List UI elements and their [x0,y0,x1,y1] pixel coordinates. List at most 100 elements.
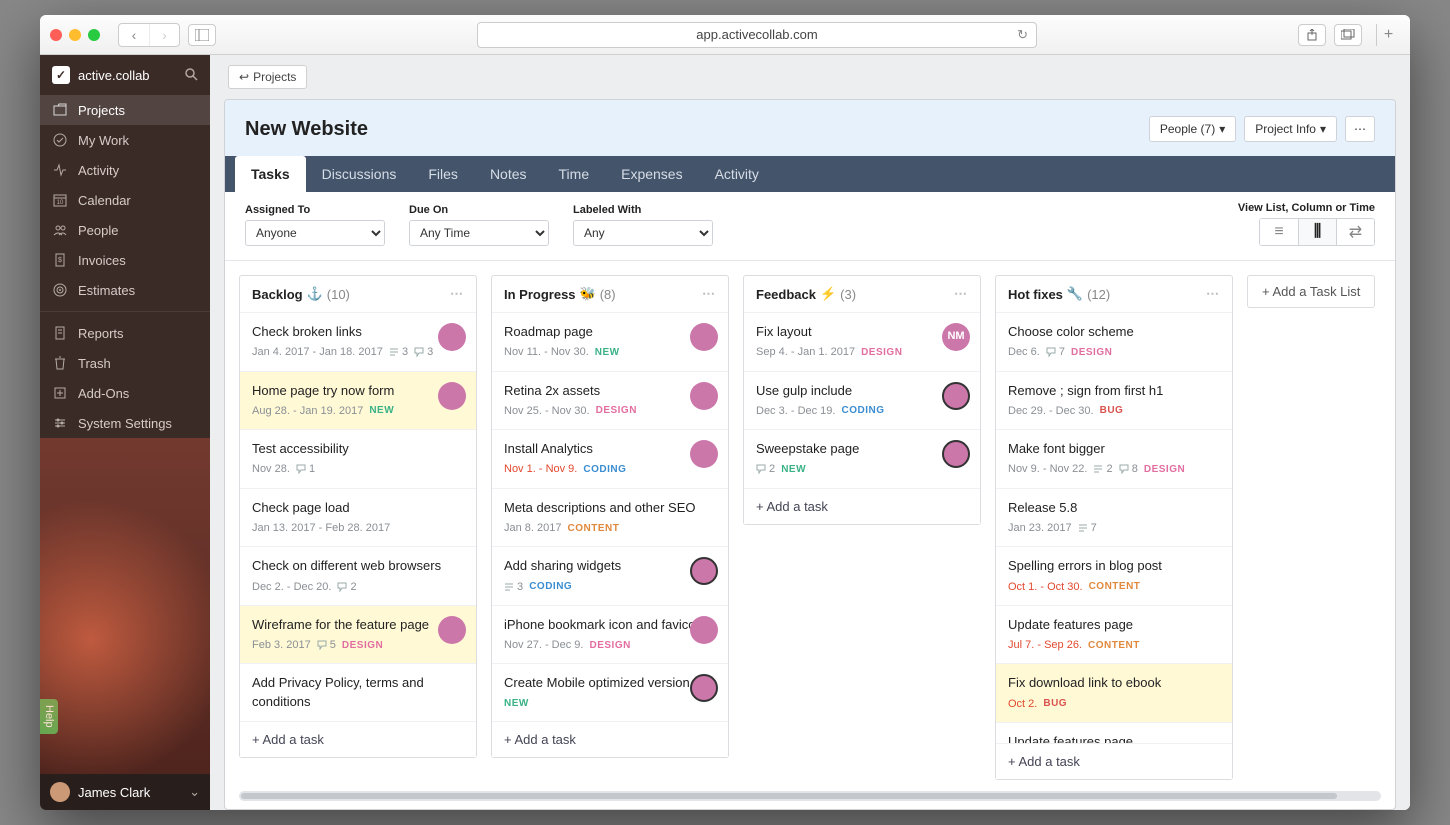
task-card[interactable]: Create Mobile optimized versionNEW [492,663,728,720]
task-card[interactable]: Update features pageJul 7. - Sep 26.CONT… [996,605,1232,664]
user-avatar [50,782,70,802]
assignee-avatar: NM [942,323,970,351]
sidebar-item-add-ons[interactable]: Add-Ons [40,378,210,408]
task-card[interactable]: Check on different web browsersDec 2. - … [240,546,476,605]
column-more-icon[interactable]: ⋯ [450,286,464,302]
user-name: James Clark [78,785,150,800]
task-card[interactable]: Meta descriptions and other SEOJan 8. 20… [492,488,728,547]
task-card[interactable]: Spelling errors in blog postOct 1. - Oct… [996,546,1232,605]
subtask-count: 3 [504,580,523,595]
task-card[interactable]: NMFix layoutSep 4. - Jan 1. 2017DESIGN [744,312,980,371]
sidebar-item-system-settings[interactable]: System Settings [40,408,210,438]
horizontal-scrollbar[interactable] [239,791,1381,801]
column-more-icon[interactable]: ⋯ [954,286,968,302]
sidebar-item-trash[interactable]: Trash [40,348,210,378]
task-card[interactable]: Remove ; sign from first h1Dec 29. - Dec… [996,371,1232,430]
sidebar-background: Help [40,438,210,774]
labeled-select[interactable]: Any [573,220,713,246]
sidebar-item-reports[interactable]: Reports [40,318,210,348]
new-tab-button[interactable]: + [1376,24,1400,46]
share-icon[interactable] [1298,24,1326,46]
add-task-button[interactable]: + Add a task [240,721,476,757]
tab-discussions[interactable]: Discussions [306,156,413,192]
task-card[interactable]: Add Privacy Policy, terms and conditions [240,663,476,720]
column-body: Choose color schemeDec 6. 7DESIGNRemove … [996,312,1232,743]
column-hot-fixes: Hot fixes🔧(12)⋯Choose color schemeDec 6.… [995,275,1233,780]
browser-window: ‹ › app.activecollab.com ↻ + ✓ active.co… [40,15,1410,810]
sidebar-toggle[interactable] [188,24,216,46]
more-button[interactable]: ⋯ [1345,116,1375,142]
close-window[interactable] [50,29,62,41]
url-bar[interactable]: app.activecollab.com ↻ [477,22,1037,48]
tab-time[interactable]: Time [543,156,606,192]
task-card[interactable]: iPhone bookmark icon and faviconNov 27. … [492,605,728,664]
tab-tasks[interactable]: Tasks [235,156,306,192]
task-card[interactable]: Choose color schemeDec 6. 7DESIGN [996,312,1232,371]
task-card[interactable]: Roadmap pageNov 11. - Nov 30.NEW [492,312,728,371]
column-in-progress: In Progress🐝(8)⋯Roadmap pageNov 11. - No… [491,275,729,758]
brand-name: active.collab [78,68,150,83]
svg-text:10: 10 [57,200,64,206]
add-task-list-button[interactable]: + Add a Task List [1247,275,1375,308]
task-card[interactable]: Check broken linksJan 4. 2017 - Jan 18. … [240,312,476,371]
projects-icon [52,103,68,117]
task-card[interactable]: Install AnalyticsNov 1. - Nov 9.CODING [492,429,728,488]
add-task-button[interactable]: + Add a task [744,488,980,524]
refresh-icon[interactable]: ↻ [1017,27,1028,43]
card-date: Nov 27. - Dec 9. [504,638,583,653]
task-card[interactable]: Make font biggerNov 9. - Nov 22. 2 8DESI… [996,429,1232,488]
task-card[interactable]: Test accessibilityNov 28. 1 [240,429,476,488]
maximize-window[interactable] [88,29,100,41]
people-button[interactable]: People (7)▾ [1149,116,1236,142]
task-card[interactable]: Retina 2x assetsNov 25. - Nov 30.DESIGN [492,371,728,430]
kanban-board: Backlog⚓(10)⋯Check broken linksJan 4. 20… [225,261,1395,787]
column-count: (10) [327,287,350,302]
view-column[interactable]: ⫼ [1298,219,1336,245]
task-card[interactable]: Add sharing widgets 3CODING [492,546,728,605]
assigned-select[interactable]: Anyone [245,220,385,246]
nav-buttons: ‹ › [118,23,180,47]
add-task-button[interactable]: + Add a task [492,721,728,757]
task-card[interactable]: Check page loadJan 13. 2017 - Feb 28. 20… [240,488,476,547]
sidebar-item-projects[interactable]: Projects [40,95,210,125]
comment-count: 7 [1046,345,1065,360]
task-card[interactable]: Release 5.8Jan 23. 2017 7 [996,488,1232,547]
breadcrumb[interactable]: ↩ Projects [228,65,307,89]
project-info-button[interactable]: Project Info▾ [1244,116,1337,142]
tab-expenses[interactable]: Expenses [605,156,698,192]
task-card[interactable]: Sweepstake page 2NEW [744,429,980,488]
help-tab[interactable]: Help [40,699,58,734]
chevron-down-icon: ▾ [1320,122,1326,136]
card-title: Wireframe for the feature page [252,616,464,634]
search-icon[interactable] [184,67,198,84]
column-more-icon[interactable]: ⋯ [1206,286,1220,302]
view-list[interactable]: ≡ [1260,219,1298,245]
task-card[interactable]: Use gulp includeDec 3. - Dec 19.CODING [744,371,980,430]
tab-files[interactable]: Files [412,156,474,192]
task-card[interactable]: Home page try now formAug 28. - Jan 19. … [240,371,476,430]
back-button[interactable]: ‹ [119,24,149,46]
due-select[interactable]: Any Time [409,220,549,246]
task-card[interactable]: Wireframe for the feature pageFeb 3. 201… [240,605,476,664]
sidebar-item-activity[interactable]: Activity [40,155,210,185]
sidebar-item-estimates[interactable]: Estimates [40,275,210,305]
calendar-icon: 10 [52,193,68,207]
add-task-button[interactable]: + Add a task [996,743,1232,779]
card-title: Install Analytics [504,440,716,458]
tab-notes[interactable]: Notes [474,156,543,192]
column-more-icon[interactable]: ⋯ [702,286,716,302]
sidebar-item-people[interactable]: People [40,215,210,245]
forward-button[interactable]: › [149,24,179,46]
sidebar-item-calendar[interactable]: 10Calendar [40,185,210,215]
sidebar-item-my-work[interactable]: My Work [40,125,210,155]
brand[interactable]: ✓ active.collab [40,55,210,95]
task-card[interactable]: Update features page [996,722,1232,743]
task-card[interactable]: Fix download link to ebookOct 2.BUG [996,663,1232,722]
minimize-window[interactable] [69,29,81,41]
user-menu[interactable]: James Clark ⌄ [40,774,210,810]
tab-activity[interactable]: Activity [699,156,775,192]
view-time[interactable]: ⇄ [1336,219,1374,245]
card-title: Meta descriptions and other SEO [504,499,716,517]
sidebar-item-invoices[interactable]: $Invoices [40,245,210,275]
tabs-icon[interactable] [1334,24,1362,46]
